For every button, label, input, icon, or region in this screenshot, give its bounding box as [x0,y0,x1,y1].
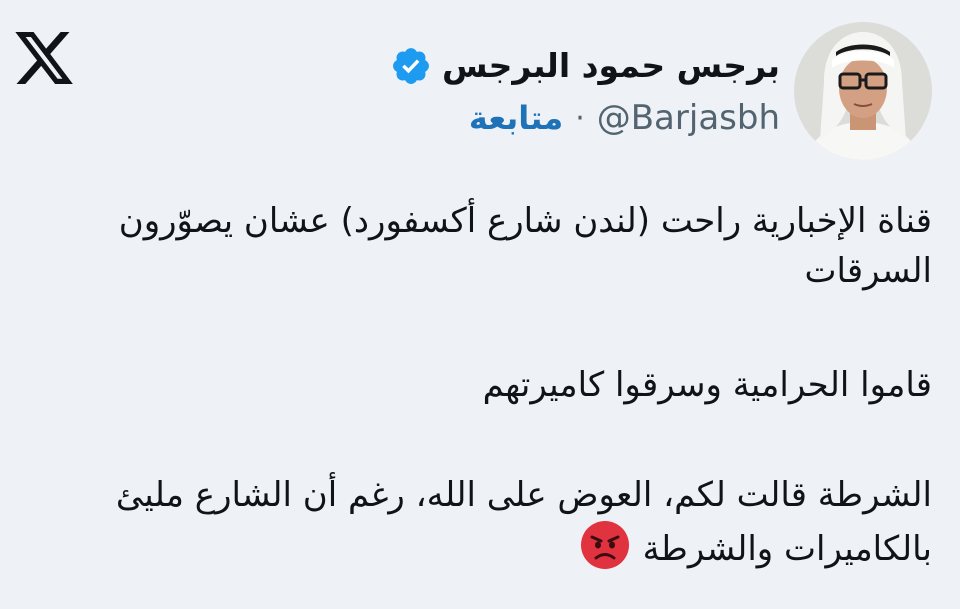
tweet-text: قناة الإخبارية راحت (لندن شارع أكسفورد) … [72,196,932,574]
name-row: برجس حمود البرجس [390,44,780,88]
handle[interactable]: @Barjasbh [597,98,780,138]
follow-button[interactable]: متابعة [469,99,563,137]
angry-face-emoji-icon [580,520,630,570]
user-info: برجس حمود البرجس @Barjasbh · متابعة [390,44,780,138]
display-name[interactable]: برجس حمود البرجس [442,44,780,88]
avatar[interactable] [794,22,932,160]
tweet-paragraph-3: الشرطة قالت لكم، العوض على الله، رغم أن … [72,470,932,574]
tweet-paragraph-2: قاموا الحرامية وسرقوا كاميرتهم [482,365,932,405]
verified-badge-icon [390,45,432,87]
handle-row: @Barjasbh · متابعة [469,98,780,138]
separator-dot: · [575,100,585,136]
x-logo-icon[interactable] [12,26,76,90]
tweet-paragraph-3-text: الشرطة قالت لكم، العوض على الله، رغم أن … [115,475,932,569]
tweet-paragraph-1: قناة الإخبارية راحت (لندن شارع أكسفورد) … [118,201,932,291]
tweet-header: برجس حمود البرجس @Barjasbh · متابعة [390,22,932,160]
